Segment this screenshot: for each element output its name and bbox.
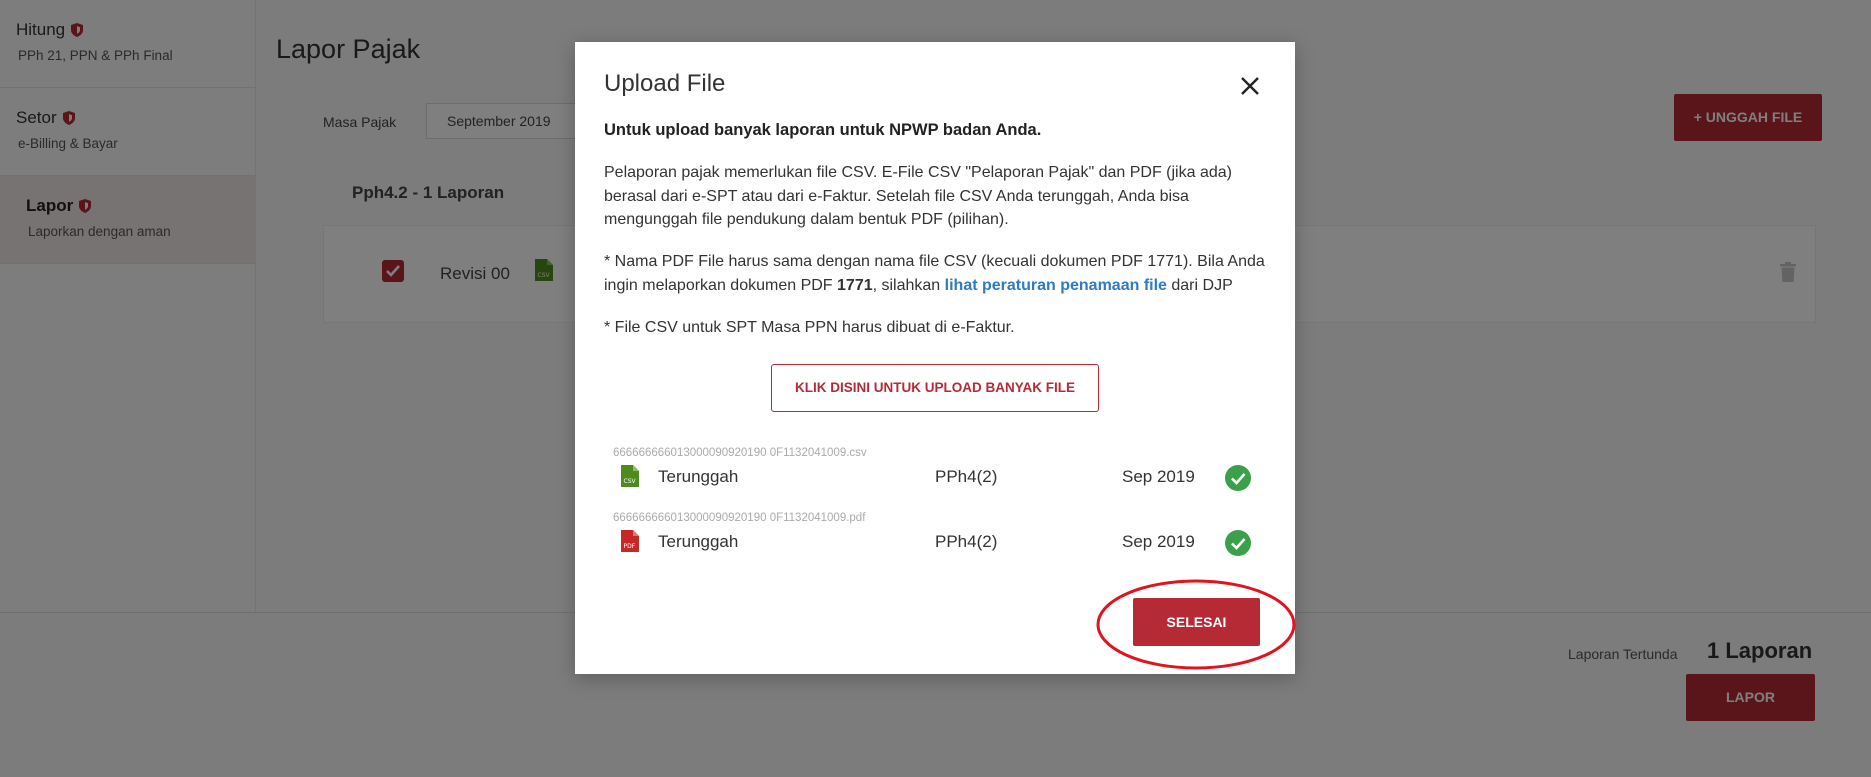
pdf-file-icon: PDF [621, 530, 639, 552]
csv-file-icon: CSV [621, 465, 639, 487]
upload-many-files-button[interactable]: KLIK DISINI UNTUK UPLOAD BANYAK FILE [771, 364, 1099, 412]
file-name: 666666666013000090920190 0F1132041009.cs… [613, 447, 867, 459]
svg-text:PDF: PDF [624, 543, 636, 550]
success-check-icon [1225, 465, 1251, 491]
naming-text: dari DJP [1166, 276, 1233, 294]
file-row: 666666666013000090920190 0F1132041009.pd… [575, 512, 1295, 572]
naming-rules-link[interactable]: lihat peraturan penamaan file [945, 277, 1167, 294]
naming-bold: 1771 [837, 276, 873, 294]
annotation-ellipse [1096, 579, 1296, 670]
efaktur-note: * File CSV untuk SPT Masa PPN harus dibu… [604, 319, 1015, 336]
success-check-icon [1225, 530, 1251, 556]
file-status: Terunggah [658, 467, 739, 486]
file-status: Terunggah [658, 532, 739, 551]
file-row: 666666666013000090920190 0F1132041009.cs… [575, 447, 1295, 507]
modal-subtitle: Untuk upload banyak laporan untuk NPWP b… [604, 121, 1042, 139]
file-masa: Sep 2019 [1122, 532, 1195, 551]
svg-text:CSV: CSV [624, 478, 637, 485]
file-jenis-pajak: PPh4(2) [935, 467, 998, 486]
naming-text: , silahkan [872, 276, 945, 294]
info-paragraph: Pelaporan pajak memerlukan file CSV. E-F… [604, 164, 1232, 228]
file-jenis-pajak: PPh4(2) [935, 532, 998, 551]
modal-title: Upload File [604, 70, 726, 97]
close-icon[interactable] [1236, 72, 1264, 100]
file-masa: Sep 2019 [1122, 467, 1195, 486]
file-name: 666666666013000090920190 0F1132041009.pd… [613, 512, 866, 524]
naming-paragraph: * Nama PDF File harus sama dengan nama f… [604, 250, 1274, 297]
